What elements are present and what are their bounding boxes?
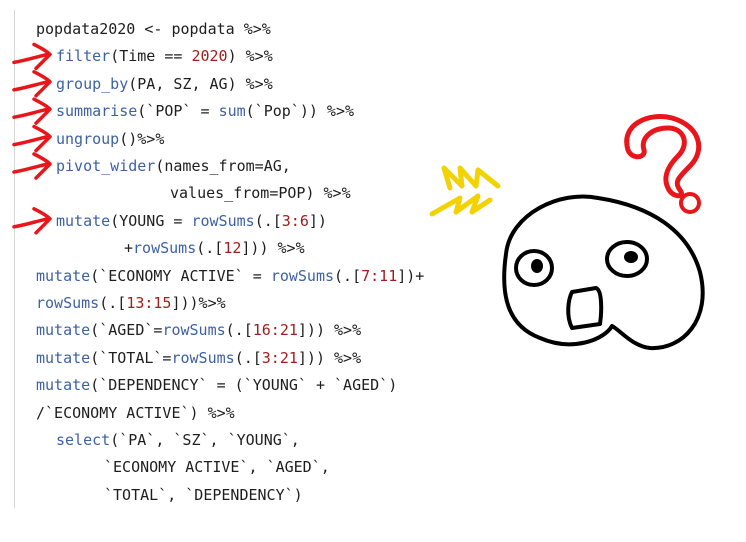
red-arrow-icon bbox=[12, 124, 52, 153]
red-arrow-icon bbox=[12, 207, 52, 235]
red-arrow-icon bbox=[12, 70, 52, 98]
question-mark-icon bbox=[624, 114, 702, 214]
red-arrow-icon bbox=[12, 42, 52, 71]
red-arrows bbox=[12, 42, 52, 235]
open-mouth-icon bbox=[566, 286, 604, 330]
red-arrow-icon bbox=[12, 152, 52, 180]
confused-face-icon bbox=[502, 194, 705, 351]
red-arrow-icon bbox=[12, 97, 52, 125]
shock-zigzag-icon bbox=[429, 165, 501, 217]
doodle-layer bbox=[12, 42, 705, 351]
